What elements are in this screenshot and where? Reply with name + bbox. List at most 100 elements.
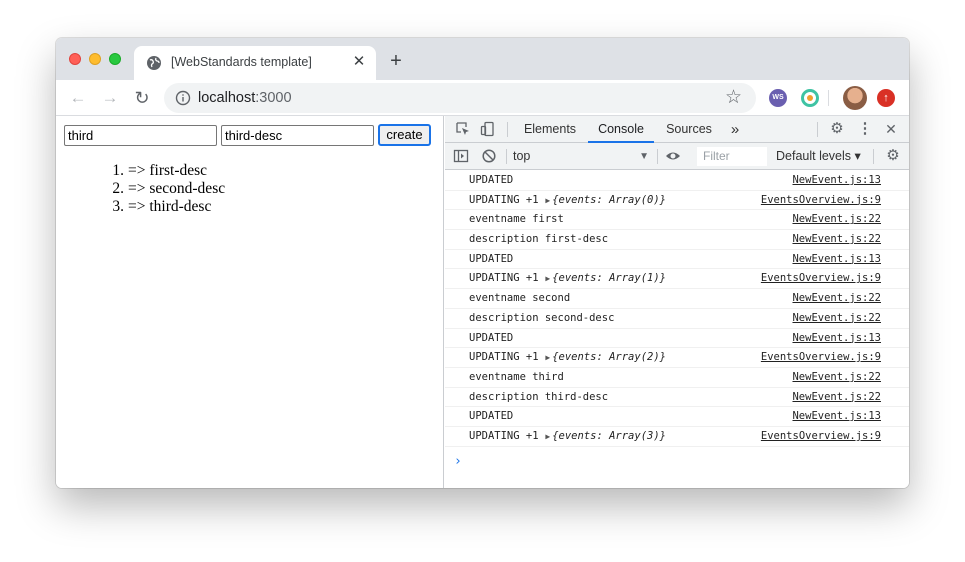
source-link[interactable]: EventsOverview.js:9 (761, 272, 881, 284)
event-name-input[interactable] (64, 125, 217, 146)
console-message: UPDATING +1 ▶ {events: Array(2)} EventsOve… (445, 348, 909, 368)
source-link[interactable]: NewEvent.js:13 (792, 332, 881, 344)
console-message-text: UPDATED (469, 174, 513, 186)
console-message: UPDATED NewEvent.js:13 (445, 171, 909, 191)
web-standards-extension-icon[interactable]: WS (769, 89, 787, 107)
reload-icon[interactable]: ↻ (132, 88, 152, 108)
console-message: description third-desc NewEvent.js:22 (445, 388, 909, 408)
page-viewport: create 1.=> first-desc 2.=> second-desc … (56, 116, 444, 488)
source-link[interactable]: EventsOverview.js:9 (761, 430, 881, 442)
console-message-text: eventname second (469, 292, 570, 304)
tab-elements[interactable]: Elements (517, 116, 583, 143)
tab-console[interactable]: Console (588, 116, 654, 143)
eye-icon[interactable] (665, 148, 681, 164)
source-link[interactable]: NewEvent.js:22 (792, 391, 881, 403)
context-value: top (513, 149, 531, 163)
console-object-preview[interactable]: {events: Array(2)} (552, 351, 666, 363)
source-link[interactable]: NewEvent.js:13 (792, 174, 881, 186)
back-arrow-icon[interactable]: ← (68, 88, 88, 108)
source-link[interactable]: NewEvent.js:22 (792, 312, 881, 324)
filter-input[interactable]: Filter (697, 147, 767, 166)
log-levels-dropdown[interactable]: Default levels ▾ (776, 147, 861, 166)
console-message-label: UPDATED (469, 331, 514, 344)
more-tabs-icon[interactable]: » (727, 116, 743, 143)
list-item-text: => first-desc (128, 162, 208, 179)
list-item-number: 3. (112, 198, 124, 215)
ring-extension-icon[interactable] (801, 89, 819, 107)
list-item: 2. => second-desc (104, 180, 225, 198)
source-link[interactable]: NewEvent.js:22 (792, 233, 881, 245)
devtools-divider (817, 122, 818, 137)
console-prompt[interactable]: › (454, 454, 462, 469)
console-message-text: UPDATING +1 ▶ {events: Array(1)} (469, 272, 666, 284)
source-link[interactable]: EventsOverview.js:9 (761, 351, 881, 363)
console-message-label: UPDATING +1 (469, 193, 539, 206)
browser-tab[interactable]: [WebStandards template] ✕ (134, 46, 376, 80)
create-button[interactable]: create (378, 124, 431, 146)
console-message-label: UPDATING +1 (469, 429, 539, 442)
devtools-divider (657, 149, 658, 164)
devtools-divider (507, 122, 508, 137)
event-description-input[interactable] (221, 125, 374, 146)
minimize-window-button[interactable] (89, 53, 101, 65)
profile-avatar[interactable] (843, 86, 867, 110)
list-item-text: => third-desc (128, 198, 212, 215)
context-selector[interactable]: top ▼ (513, 147, 649, 166)
expand-triangle-icon[interactable]: ▶ (541, 274, 550, 283)
sidebar-toggle-icon[interactable] (453, 148, 469, 164)
console-message-text: description second-desc (469, 312, 614, 324)
console-message: UPDATED NewEvent.js:13 (445, 250, 909, 270)
console-settings-gear-icon[interactable]: ⚙ (885, 148, 901, 164)
console-message-text: UPDATED (469, 332, 513, 344)
url-host: localhost (198, 90, 256, 106)
console-object-preview[interactable]: {events: Array(1)} (552, 272, 666, 284)
close-tab-icon[interactable]: ✕ (350, 53, 368, 71)
update-extension-icon[interactable]: ↑ (877, 89, 895, 107)
close-devtools-icon[interactable]: ✕ (883, 121, 899, 137)
tab-bar: [WebStandards template] ✕ + (56, 38, 909, 80)
console-message: UPDATED NewEvent.js:13 (445, 329, 909, 349)
devtools-tab-bar: Elements Console Sources » ⚙ ⋮ ✕ (445, 116, 909, 143)
expand-triangle-icon[interactable]: ▶ (541, 353, 550, 362)
forward-arrow-icon[interactable]: → (100, 88, 120, 108)
list-item-text: => second-desc (128, 180, 226, 197)
source-link[interactable]: NewEvent.js:22 (792, 292, 881, 304)
device-toolbar-icon[interactable] (480, 121, 496, 137)
clear-console-icon[interactable] (481, 148, 497, 164)
expand-triangle-icon[interactable]: ▶ (541, 432, 550, 441)
console-message-label: description second-desc (469, 311, 615, 324)
console-message: description first-desc NewEvent.js:22 (445, 230, 909, 250)
url-text[interactable]: localhost:3000 (198, 90, 292, 106)
info-icon[interactable] (175, 90, 191, 106)
source-link[interactable]: EventsOverview.js:9 (761, 194, 881, 206)
console-object-preview[interactable]: {events: Array(3)} (552, 430, 666, 442)
console-message-label: UPDATING +1 (469, 272, 539, 285)
inspect-element-icon[interactable] (455, 121, 471, 137)
source-link[interactable]: NewEvent.js:22 (792, 371, 881, 383)
console-message-text: eventname third (469, 371, 564, 383)
browser-toolbar: ← → ↻ localhost:3000 ☆ WS ↑ (56, 80, 909, 116)
console-message-label: UPDATING +1 (469, 351, 539, 364)
new-tab-button[interactable]: + (386, 51, 406, 71)
source-link[interactable]: NewEvent.js:13 (792, 410, 881, 422)
source-link[interactable]: NewEvent.js:22 (792, 213, 881, 225)
list-item: 1. => first-desc (104, 162, 225, 180)
browser-window: [WebStandards template] ✕ + ← → ↻ localh… (56, 38, 909, 488)
tab-title: [WebStandards template] (171, 55, 312, 69)
tab-sources[interactable]: Sources (659, 116, 719, 143)
source-link[interactable]: NewEvent.js:13 (792, 253, 881, 265)
console-message-label: description third-desc (469, 390, 609, 403)
close-window-button[interactable] (69, 53, 81, 65)
more-options-icon[interactable]: ⋮ (857, 121, 873, 137)
devtools-panel: Elements Console Sources » ⚙ ⋮ ✕ top ▼ F… (445, 116, 909, 488)
console-message-label: eventname first (469, 213, 564, 226)
console-message: UPDATING +1 ▶ {events: Array(3)} EventsOve… (445, 427, 909, 447)
event-list: 1. => first-desc 2. => second-desc 3. => th… (104, 162, 225, 216)
expand-triangle-icon[interactable]: ▶ (541, 196, 550, 205)
bookmark-star-icon[interactable]: ☆ (725, 88, 742, 108)
settings-gear-icon[interactable]: ⚙ (829, 121, 845, 137)
console-object-preview[interactable]: {events: Array(0)} (552, 194, 666, 206)
console-message-text: description first-desc (469, 233, 608, 245)
zoom-window-button[interactable] (109, 53, 121, 65)
address-bar[interactable]: localhost:3000 ☆ (164, 83, 756, 113)
